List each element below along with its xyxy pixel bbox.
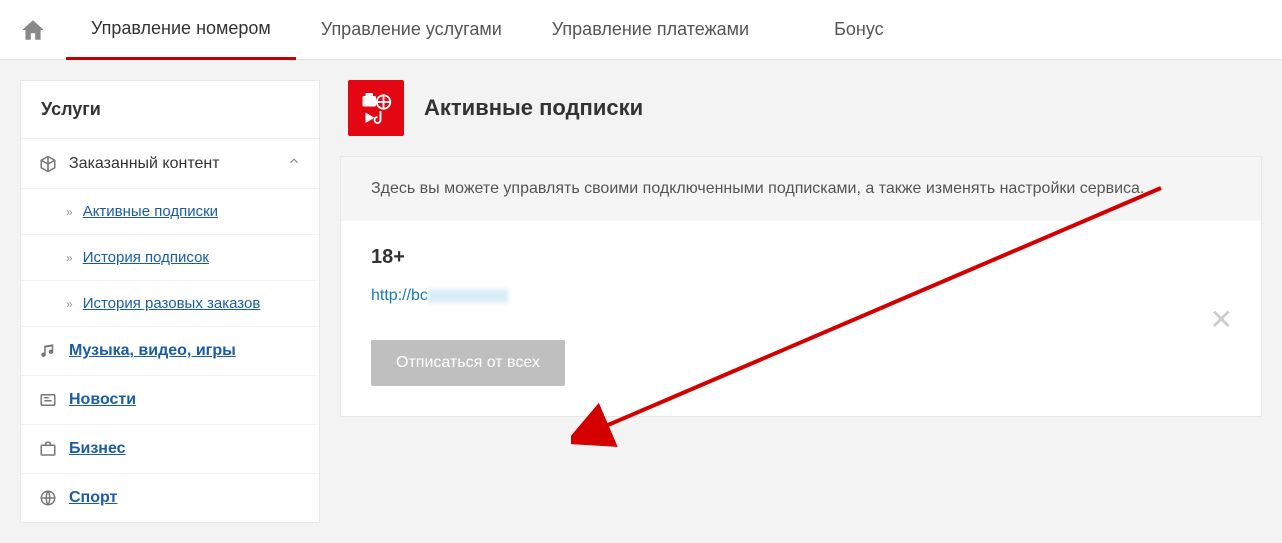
sidebar-label: Заказанный контент [69,155,220,173]
top-navigation: Управление номером Управление услугами У… [0,0,1282,60]
bullet-icon: » [66,251,73,265]
sidebar-sub-one-time-history[interactable]: » История разовых заказов [21,281,319,327]
sidebar-item-business[interactable]: Бизнес [21,425,319,474]
sidebar-sub-label: Активные подписки [83,203,218,220]
button-label: Отписаться от всех [396,354,540,371]
tab-manage-services[interactable]: Управление услугами [296,0,527,60]
chevron-up-icon [287,154,301,173]
sidebar-label: Новости [69,391,136,409]
tab-label: Управление услугами [321,19,502,40]
category-badge-icon [348,80,404,136]
close-icon[interactable]: ✕ [1210,303,1233,336]
tab-label: Управление платежами [552,19,749,40]
tab-label: Управление номером [91,18,271,39]
tab-manage-number[interactable]: Управление номером [66,0,296,60]
tab-bonus[interactable]: Бонус [774,0,909,60]
unsubscribe-all-button[interactable]: Отписаться от всех [371,340,565,386]
sidebar-item-sport[interactable]: Спорт [21,474,319,522]
subscription-url[interactable]: http://bс [371,287,1231,305]
music-note-icon [39,342,57,360]
home-icon[interactable] [20,17,46,43]
sidebar-sub-label: История разовых заказов [83,295,261,312]
ball-icon [39,489,57,507]
page-title: Активные подписки [424,95,643,121]
age-tag: 18+ [371,246,1231,269]
sidebar-item-music-video-games[interactable]: Музыка, видео, игры [21,327,319,376]
sidebar-sub-subscription-history[interactable]: » История подписок [21,235,319,281]
sidebar-sub-active-subscriptions[interactable]: » Активные подписки [21,189,319,235]
cube-icon [39,155,57,173]
tab-label: Бонус [834,19,884,40]
sidebar-label: Бизнес [69,440,126,458]
sidebar: Услуги Заказанный контент » Активные под… [20,80,320,523]
sidebar-section-ordered-content[interactable]: Заказанный контент [21,139,319,189]
sidebar-label: Музыка, видео, игры [69,342,236,360]
main-content: Активные подписки Здесь вы можете управл… [340,80,1262,417]
url-prefix: http://bс [371,287,428,304]
news-icon [39,391,57,409]
card-intro-text: Здесь вы можете управлять своими подключ… [341,157,1261,221]
sidebar-sub-label: История подписок [83,249,209,266]
url-blurred-part [428,289,508,303]
subscriptions-card: Здесь вы можете управлять своими подключ… [340,156,1262,417]
sidebar-title: Услуги [21,81,319,139]
tab-manage-payments[interactable]: Управление платежами [527,0,774,60]
sidebar-item-news[interactable]: Новости [21,376,319,425]
briefcase-icon [39,440,57,458]
bullet-icon: » [66,205,73,219]
bullet-icon: » [66,297,73,311]
sidebar-label: Спорт [69,489,117,507]
